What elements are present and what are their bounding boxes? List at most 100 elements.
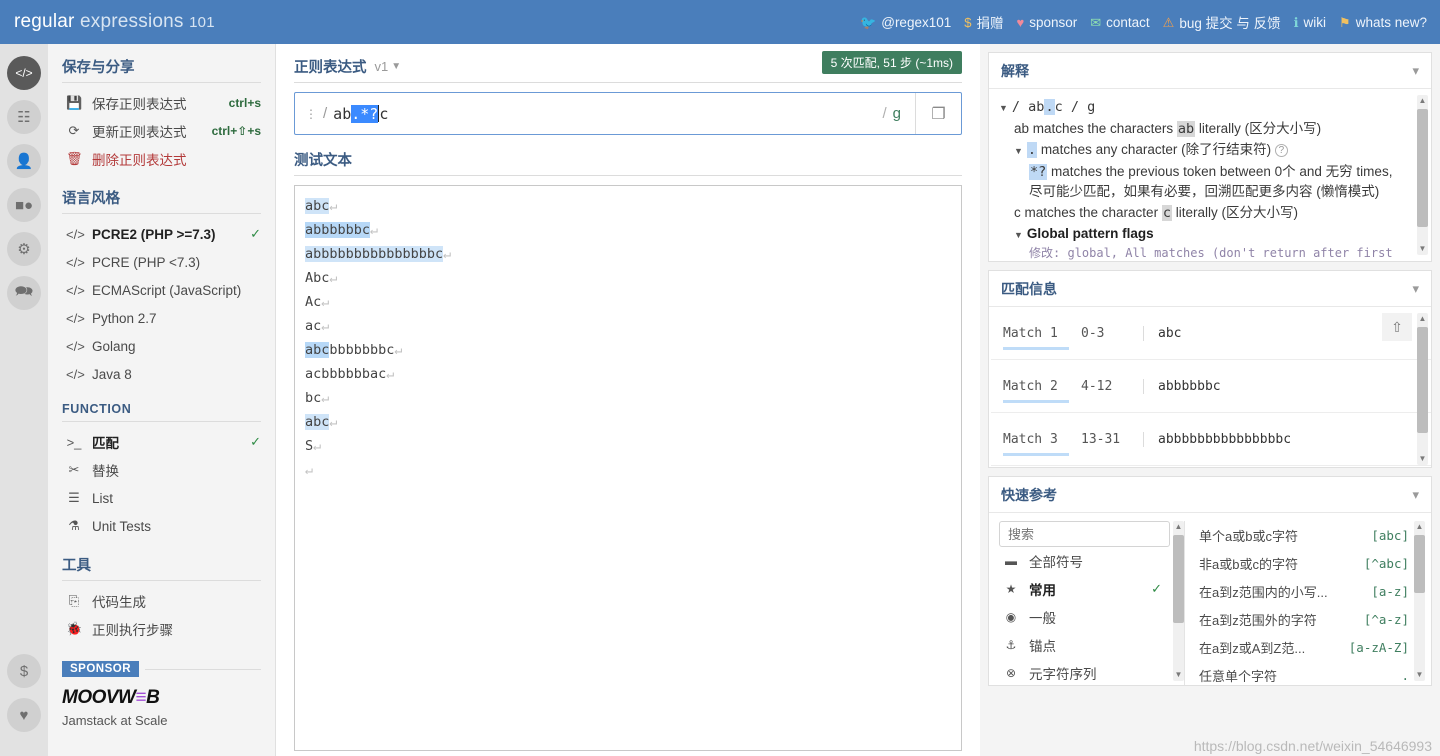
gamepad-icon[interactable]: ■● (7, 188, 41, 222)
item-label: 正则执行步骤 (92, 623, 173, 638)
quickref-category-all-tokens[interactable]: ▬ 全部符号 (999, 547, 1170, 575)
quickref-entry[interactable]: 在a到z或A到Z范... [a-zA-Z] (1199, 633, 1409, 661)
function-item-terminal[interactable]: >_ 匹配 ✓ (62, 428, 261, 456)
nav-item-bug-[interactable]: ⚠ bug 提交 与 反馈 (1160, 10, 1284, 34)
flavor-item-pcre-php-7-3-[interactable]: </> PCRE (PHP <7.3) (62, 248, 261, 276)
collapse-chevron-icon-quickref[interactable]: ▾ (1412, 487, 1419, 503)
flavor-item-ecmascript-javascript-[interactable]: </> ECMAScript (JavaScript) (62, 276, 261, 304)
item-label: Python 2.7 (92, 310, 157, 326)
qr-entry-scroll-down-arrow-icon[interactable]: ▼ (1414, 669, 1425, 681)
sidebar-item-refresh[interactable]: ⟳ 更新正则表达式 ctrl+⇧+s (62, 117, 261, 145)
quickref-category-scrollbar[interactable]: ▲ ▼ (1173, 521, 1184, 681)
account-icon[interactable]: 👤 (7, 144, 41, 178)
donate-dollar-icon[interactable]: $ (7, 654, 41, 688)
explanation-row-c: c matches the character c literally (区分大… (999, 203, 1407, 224)
regex-panel-header: 正则表达式 v1 ▼ 5 次匹配, 51 步 (~1ms) (294, 51, 962, 83)
sponsor-heart-icon[interactable]: ♥ (7, 698, 41, 732)
sidebar-item-trash[interactable]: 🗑 删除正则表达式 (62, 145, 261, 173)
code-icon: </> (66, 310, 85, 326)
quickref-entry[interactable]: 单个a或b或c字符 [abc] (1199, 521, 1409, 549)
match-row[interactable]: Match 1 0-3 abc (991, 307, 1431, 360)
match-row[interactable]: Match 3 13-31 abbbbbbbbbbbbbbbc (991, 413, 1431, 466)
chevron-down-icon[interactable]: ▼ (391, 61, 401, 72)
explanation-row-global-flags[interactable]: ▼ Global pattern flags (999, 224, 1407, 244)
match-row[interactable]: Match 2 4-12 abbbbbbc (991, 360, 1431, 413)
disclosure-triangle-icon-dot[interactable]: ▼ (1014, 146, 1023, 156)
explanation-root-row[interactable]: ▼ / ab.c / g (999, 97, 1407, 118)
match-value: abc (1143, 325, 1181, 341)
match-scroll-thumb[interactable] (1417, 327, 1428, 433)
nav-item-contact[interactable]: ✉ contact (1087, 13, 1152, 32)
settings-gear-icon[interactable]: ⚙ (7, 232, 41, 266)
drag-handle-icon[interactable]: ⋮ (305, 108, 317, 120)
tool-item-debug-bug[interactable]: 🐞 正则执行步骤 (62, 615, 261, 643)
newline-marker: ↵ (321, 318, 330, 334)
nav-item-whats-new-[interactable]: ⚑ whats new? (1336, 13, 1430, 32)
match-label: Match 2 (1003, 379, 1081, 403)
match-scroll-up-arrow-icon[interactable]: ▲ (1417, 313, 1428, 325)
match-scroll-down-arrow-icon[interactable]: ▼ (1417, 453, 1428, 465)
qr-cat-scroll-thumb[interactable] (1173, 535, 1184, 623)
nav-item-sponsor[interactable]: ♥ sponsor (1013, 13, 1080, 32)
disclosure-triangle-icon[interactable]: ▼ (999, 103, 1008, 113)
scroll-up-arrow-icon[interactable]: ▲ (1417, 95, 1428, 107)
explanation-scrollbar[interactable]: ▲ ▼ (1417, 95, 1428, 255)
sidebar-section-save-share: 保存与分享 💾 保存正则表达式 ctrl+s ⟳ 更新正则表达式 ctrl+⇧+s 🗑 删除正… (62, 56, 261, 173)
explanation-scroll-thumb[interactable] (1417, 109, 1428, 227)
quick-reference-search-input[interactable] (999, 521, 1170, 547)
collapse-chevron-icon[interactable]: ▾ (1412, 63, 1419, 79)
library-icon[interactable]: ☷ (7, 100, 41, 134)
test-string-editor[interactable]: abc↵ abbbbbbc↵ abbbbbbbbbbbbbbbc↵ Abc↵ Ac↵ ac… (294, 185, 962, 751)
quickref-entry[interactable]: 非a或b或c的字符 [^abc] (1199, 549, 1409, 577)
regex-flags[interactable]: / g (868, 93, 915, 134)
nav-item--regex101[interactable]: 🐦 @regex101 (857, 13, 954, 32)
quickref-entry[interactable]: 任意单个字符. (1199, 661, 1409, 689)
quickref-category-general[interactable]: ◉ 一般 (999, 603, 1170, 631)
regex-version-selector[interactable]: v1 (375, 59, 389, 74)
collapse-chevron-icon-matches[interactable]: ▾ (1412, 281, 1419, 297)
copy-regex-button[interactable]: ❐ (915, 93, 961, 134)
qr-entry-scroll-up-arrow-icon[interactable]: ▲ (1414, 521, 1425, 533)
sponsor-logo[interactable]: MOOVW≡B (62, 687, 261, 709)
quickref-category-meta[interactable]: ⊗ 元字符序列 (999, 659, 1170, 687)
flavor-item-golang[interactable]: </> Golang (62, 332, 261, 360)
help-question-icon[interactable]: ? (1274, 144, 1288, 158)
category-label: 全部符号 (1029, 555, 1083, 570)
regex-input[interactable]: ab .*? c (333, 93, 868, 134)
export-matches-button[interactable]: ⇧ (1382, 313, 1412, 341)
quickref-category-star[interactable]: ★ 常用 ✓ (999, 575, 1170, 603)
newline-marker: ↵ (386, 366, 395, 382)
newline-marker: ↵ (443, 246, 452, 262)
flavor-item-java-8[interactable]: </> Java 8 (62, 360, 261, 388)
explanation-row-dot[interactable]: ▼. matches any character (除了行结束符) ? (999, 140, 1407, 161)
match-list: Match 1 0-3 abc Match 2 4-12 abbbbbbc Match 31… (989, 307, 1431, 467)
match-scrollbar[interactable]: ▲ ▼ (1417, 313, 1428, 465)
qr-cat-scroll-down-arrow-icon[interactable]: ▼ (1173, 669, 1184, 681)
function-item-scissors[interactable]: ✂ 替换 (62, 456, 261, 484)
nav-item-wiki[interactable]: ℹ wiki (1291, 13, 1329, 32)
disclosure-triangle-icon-flags[interactable]: ▼ (1014, 230, 1023, 240)
newline-marker: ↵ (394, 342, 403, 358)
sidebar-item-save[interactable]: 💾 保存正则表达式 ctrl+s (62, 89, 261, 117)
flavor-item-python-2-7[interactable]: </> Python 2.7 (62, 304, 261, 332)
tool-item-code-file[interactable]: ⎘ 代码生成 (62, 587, 261, 615)
function-item-list[interactable]: ☰ List (62, 484, 261, 512)
newline-marker: ↵ (329, 414, 338, 430)
quickref-entry[interactable]: 在a到z范围外的字符 [^a-z] (1199, 605, 1409, 633)
scroll-down-arrow-icon[interactable]: ▼ (1417, 243, 1428, 255)
item-label: Unit Tests (92, 518, 152, 534)
nav-item--[interactable]: $ 捐赠 (961, 10, 1006, 34)
flavor-item-pcre2-php-7-3-[interactable]: </> PCRE2 (PHP >=7.3) ✓ (62, 220, 261, 248)
explanation-card-header: 解释 ▾ (989, 53, 1431, 89)
regex-input-box[interactable]: ⋮ / ab .*? c / g ❐ (294, 92, 962, 135)
quickref-entry[interactable]: 在a到z范围内的小写... [a-z] (1199, 577, 1409, 605)
quickref-entry-scrollbar[interactable]: ▲ ▼ (1414, 521, 1425, 681)
qr-entry-scroll-thumb[interactable] (1414, 535, 1425, 593)
quickref-category-anchor[interactable]: ⚓ 锚点 (999, 631, 1170, 659)
chat-icon[interactable]: 🗪 (7, 276, 41, 310)
quick-reference-card: 快速参考 ▾ ▬ 全部符号 ★ 常用 ✓ ◉ 一般 ⚓ 锚点 ⊗ 元字符序列 ▲ ▼ 单个a或b或c… (988, 476, 1432, 686)
function-item-flask[interactable]: ⚗ Unit Tests (62, 512, 261, 540)
site-logo[interactable]: regular expressions 101 (14, 11, 215, 33)
qr-cat-scroll-up-arrow-icon[interactable]: ▲ (1173, 521, 1184, 533)
code-icon[interactable]: </> (7, 56, 41, 90)
